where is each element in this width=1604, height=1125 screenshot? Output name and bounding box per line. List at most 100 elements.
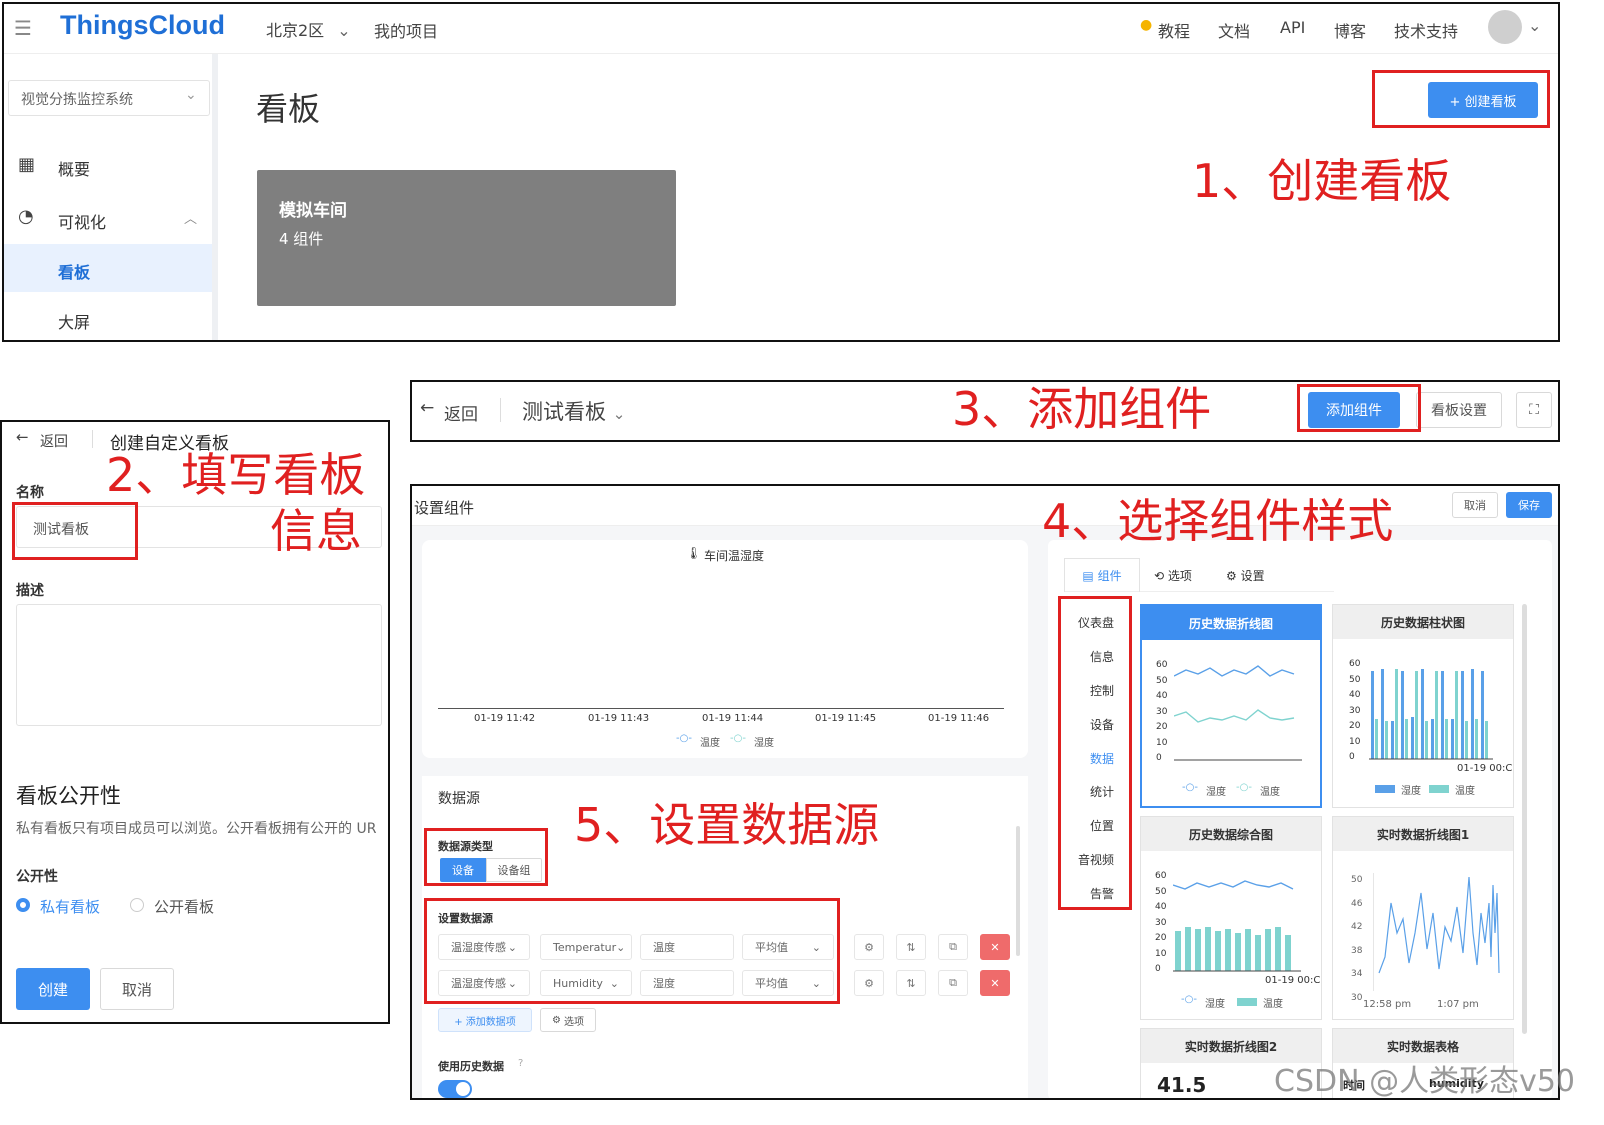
t2-xlabel: 01-19 00:C: [1457, 763, 1513, 774]
trash-icon: ✕: [990, 976, 1000, 990]
annotation-step2a: 2、填写看板: [106, 448, 366, 502]
legend-swatch: [1237, 998, 1257, 1006]
t5-value: 41.5: [1157, 1073, 1207, 1097]
bulb-icon: ●: [1140, 17, 1153, 33]
public-heading: 看板公开性: [16, 784, 121, 808]
nav-api[interactable]: API: [1280, 18, 1305, 37]
back-arrow-icon[interactable]: ←: [16, 428, 29, 446]
row2-copy-button[interactable]: ⧉: [938, 970, 968, 996]
sort-icon: ⇅: [906, 976, 916, 990]
preview-title: 车间温湿度: [704, 549, 765, 563]
page-title: 看板: [256, 90, 321, 128]
radio-public-label[interactable]: 公开看板: [154, 896, 214, 917]
thumb-history-line[interactable]: 历史数据折线图 60 50 40 30 20 10 0 -○- 湿度 -○- 温…: [1140, 604, 1322, 808]
thumb-realtime-table-title: 实时数据表格: [1386, 1039, 1459, 1054]
tab-options[interactable]: ⟲ 选项: [1154, 567, 1192, 584]
copy-icon: ⧉: [949, 940, 957, 953]
add-item-button[interactable]: + 添加数据项: [438, 1008, 532, 1032]
watermark: CSDN @人类形态v50: [1274, 1064, 1575, 1099]
fullscreen-icon: ⛶: [1529, 402, 1539, 418]
row2-delete-button[interactable]: ✕: [980, 970, 1010, 996]
chevron-down-icon[interactable]: ⌄: [1528, 16, 1541, 35]
row2-sort-button[interactable]: ⇅: [896, 970, 926, 996]
options-button[interactable]: ⚙ 选项: [540, 1008, 596, 1032]
settings-save-button[interactable]: 保存: [1506, 492, 1552, 518]
sidebar-item-board-active[interactable]: 看板: [4, 244, 212, 292]
board-name-select[interactable]: 测试看板 ⌄: [522, 396, 625, 426]
cancel-button[interactable]: 取消: [100, 968, 174, 1010]
legend-marker-icon: -○-: [1236, 782, 1252, 793]
desc-textarea[interactable]: [16, 604, 382, 726]
back-arrow-icon[interactable]: ←: [420, 398, 434, 418]
desc-label: 描述: [16, 583, 44, 599]
brand-logo[interactable]: ThingsCloud: [60, 10, 225, 41]
sidebar-item-visual[interactable]: 可视化: [58, 209, 106, 233]
radio-private[interactable]: [16, 898, 30, 912]
board-card-subtitle: 4 组件: [279, 230, 324, 248]
sidebar-item-bigscreen[interactable]: 大屏: [58, 309, 90, 333]
annotation-step3: 3、添加组件: [952, 382, 1212, 436]
row1-copy-button[interactable]: ⧉: [938, 934, 968, 960]
t4-axis: 50 46 42 38 34 30: [1351, 869, 1362, 1010]
fullscreen-button[interactable]: ⛶: [1516, 392, 1552, 428]
thumb-realtime-line1[interactable]: 实时数据折线图1 50 46 42 38 34 30 12:58 pm 1:07…: [1332, 816, 1514, 1020]
visibility-label: 公开性: [16, 869, 58, 885]
dashboard-gauge-icon: ◔: [18, 206, 34, 227]
settings-cancel-button[interactable]: 取消: [1452, 492, 1498, 518]
nav-blog[interactable]: 博客: [1334, 18, 1366, 42]
menu-collapse-icon[interactable]: ☰: [14, 16, 32, 40]
row1-gear-button[interactable]: ⚙: [854, 934, 884, 960]
back-link[interactable]: 返回: [40, 431, 68, 451]
widget-preview: 🌡 车间温湿度 01-19 11:42 01-19 11:43 01-19 11…: [422, 540, 1028, 758]
t2-axis: 60 50 40 30 20 10 0: [1349, 657, 1360, 766]
radio-public[interactable]: [130, 898, 144, 912]
thumb-history-bar[interactable]: 历史数据柱状图 60 50 40 30 20 10 0 01-19 00:C 湿…: [1332, 604, 1514, 808]
nav-tutorial[interactable]: 教程: [1158, 18, 1190, 42]
settings-save-label: 保存: [1518, 499, 1540, 512]
gear-icon: ⚙: [864, 940, 874, 954]
tab-widgets-label: 组件: [1097, 569, 1122, 583]
board-name: 测试看板: [522, 400, 606, 424]
sidebar-item-board: 看板: [58, 263, 91, 282]
options-label: 选项: [563, 1016, 584, 1028]
gear-icon: ⚙: [552, 1014, 561, 1026]
axis-tick: 50: [1349, 674, 1361, 685]
region-select[interactable]: 北京2区 ⌄: [266, 17, 351, 41]
board-settings-button[interactable]: 看板设置: [1416, 392, 1502, 428]
sidebar-item-overview[interactable]: 概要: [58, 156, 90, 180]
thumb-history-bar-title: 历史数据柱状图: [1380, 615, 1465, 630]
board-card[interactable]: 模拟车间 4 组件: [257, 170, 676, 306]
tab-settings-label: 设置: [1240, 569, 1265, 583]
legend-swatch: [1375, 785, 1395, 793]
preview-legend-temp: 温度: [700, 738, 720, 749]
highlight-add-widget: [1297, 384, 1421, 432]
scrollbar[interactable]: [1016, 826, 1020, 956]
project-select[interactable]: 视觉分拣监控系统 ⌄: [8, 80, 210, 116]
radio-private-label[interactable]: 私有看板: [40, 896, 100, 917]
help-icon: ?: [518, 1058, 524, 1069]
create-button[interactable]: 创建: [16, 968, 90, 1010]
avatar[interactable]: [1488, 10, 1522, 44]
t3-legend-b: 温度: [1263, 999, 1283, 1010]
tab-widgets[interactable]: ▤ 组件: [1064, 558, 1140, 592]
axis-tick: 60: [1155, 871, 1167, 881]
project-select-value: 视觉分拣监控系统: [21, 92, 133, 108]
thumb-history-bar-header: 历史数据柱状图: [1333, 605, 1513, 639]
tab-settings[interactable]: ⚙ 设置: [1226, 567, 1265, 584]
row2-gear-button[interactable]: ⚙: [854, 970, 884, 996]
thumb-history-combo[interactable]: 历史数据综合图 60 50 40 30 20 10 0 01-19 00:C -…: [1140, 816, 1322, 1020]
legend-swatch: [1429, 785, 1449, 793]
use-history-toggle[interactable]: [438, 1080, 472, 1098]
axis-tick: 20: [1156, 722, 1168, 732]
my-projects-link[interactable]: 我的项目: [374, 18, 438, 42]
nav-support[interactable]: 技术支持: [1394, 18, 1458, 42]
picker-scrollbar[interactable]: [1522, 604, 1527, 1034]
highlight-name-field: [12, 502, 138, 560]
thumb-history-line-header: 历史数据折线图: [1142, 606, 1320, 640]
nav-docs[interactable]: 文档: [1218, 18, 1250, 42]
row1-delete-button[interactable]: ✕: [980, 934, 1010, 960]
t1-legend-a: 湿度: [1206, 787, 1226, 798]
highlight-categories: [1058, 596, 1132, 910]
row1-sort-button[interactable]: ⇅: [896, 934, 926, 960]
back-link[interactable]: 返回: [444, 400, 478, 425]
